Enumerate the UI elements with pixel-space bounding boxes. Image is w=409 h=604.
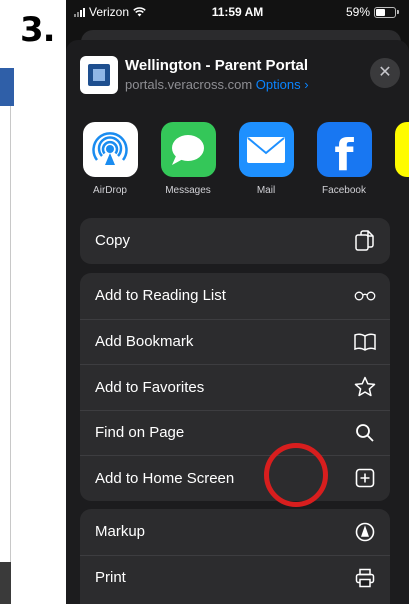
messages-icon (160, 122, 216, 177)
close-icon: ✕ (378, 64, 392, 81)
action-group-tools: Markup Print (80, 509, 390, 604)
airdrop-icon (82, 122, 138, 177)
highlight-circle (264, 443, 328, 507)
action-add-to-home-screen[interactable]: Add to Home Screen (80, 455, 390, 501)
action-label: Add to Favorites (95, 378, 205, 396)
snapchat-icon (394, 122, 409, 177)
facebook-icon: f (316, 122, 372, 181)
action-copy[interactable]: Copy (80, 218, 390, 264)
background-page-fragment (0, 68, 14, 106)
background-page-footer (0, 562, 11, 604)
options-link[interactable]: Options › (256, 77, 309, 92)
action-group-bookmarks: Add to Reading List Add Bookmark Add to … (80, 273, 390, 501)
action-label: Find on Page (95, 424, 185, 442)
action-print[interactable]: Print (80, 554, 390, 601)
status-bar: Verizon 11:59 AM 59% (66, 0, 409, 24)
app-label: Mail (256, 185, 276, 196)
glasses-icon (354, 285, 376, 307)
battery-percent: 59% (345, 5, 370, 19)
close-button[interactable]: ✕ (370, 58, 400, 88)
markup-icon (354, 521, 376, 543)
printer-icon (354, 567, 376, 589)
book-icon (354, 331, 376, 353)
share-sheet: Wellington - Parent Portal portals.verac… (66, 40, 409, 604)
app-mail[interactable]: Mail (236, 122, 296, 196)
battery-icon (374, 6, 396, 18)
action-label: Add to Reading List (95, 287, 226, 305)
background-page-divider (10, 106, 11, 566)
mail-icon (238, 122, 294, 177)
share-apps-row: AirDrop Messages Mail f Facebook (80, 122, 409, 202)
action-label: Markup (95, 523, 146, 541)
page-subtitle: portals.veracross.com Options › (125, 77, 309, 92)
plus-square-icon (354, 467, 376, 489)
copy-icon (354, 230, 376, 252)
app-label: Facebook (322, 185, 366, 196)
page-domain: portals.veracross.com (125, 77, 253, 92)
action-find-on-page[interactable]: Find on Page (80, 409, 390, 456)
action-add-to-favorites[interactable]: Add to Favorites (80, 364, 390, 410)
action-add-to-reading-list[interactable]: Add to Reading List (80, 273, 390, 319)
action-label: Add Bookmark (95, 333, 194, 351)
phone-screen: Verizon 11:59 AM 59% Wellington - Parent… (66, 0, 409, 604)
action-markup[interactable]: Markup (80, 509, 390, 555)
app-messages[interactable]: Messages (158, 122, 218, 196)
action-label: Print (95, 569, 126, 587)
step-label: 3. (20, 10, 56, 50)
action-label: Copy (95, 232, 131, 250)
share-sheet-header: Wellington - Parent Portal portals.verac… (80, 52, 400, 98)
battery-indicator: 59% (346, 5, 399, 19)
app-snapchat[interactable]: Sn (392, 122, 409, 196)
search-icon (354, 422, 376, 444)
action-group-copy: Copy (80, 218, 390, 264)
app-airdrop[interactable]: AirDrop (80, 122, 140, 196)
app-label: Messages (165, 185, 211, 196)
action-label: Add to Home Screen (95, 469, 235, 487)
star-icon (354, 376, 376, 398)
app-label: AirDrop (93, 185, 127, 196)
app-facebook[interactable]: f Facebook (314, 122, 374, 196)
site-favicon (80, 56, 118, 94)
app-label: Sn (392, 185, 409, 196)
page-title: Wellington - Parent Portal (125, 57, 309, 74)
action-add-bookmark[interactable]: Add Bookmark (80, 318, 390, 365)
